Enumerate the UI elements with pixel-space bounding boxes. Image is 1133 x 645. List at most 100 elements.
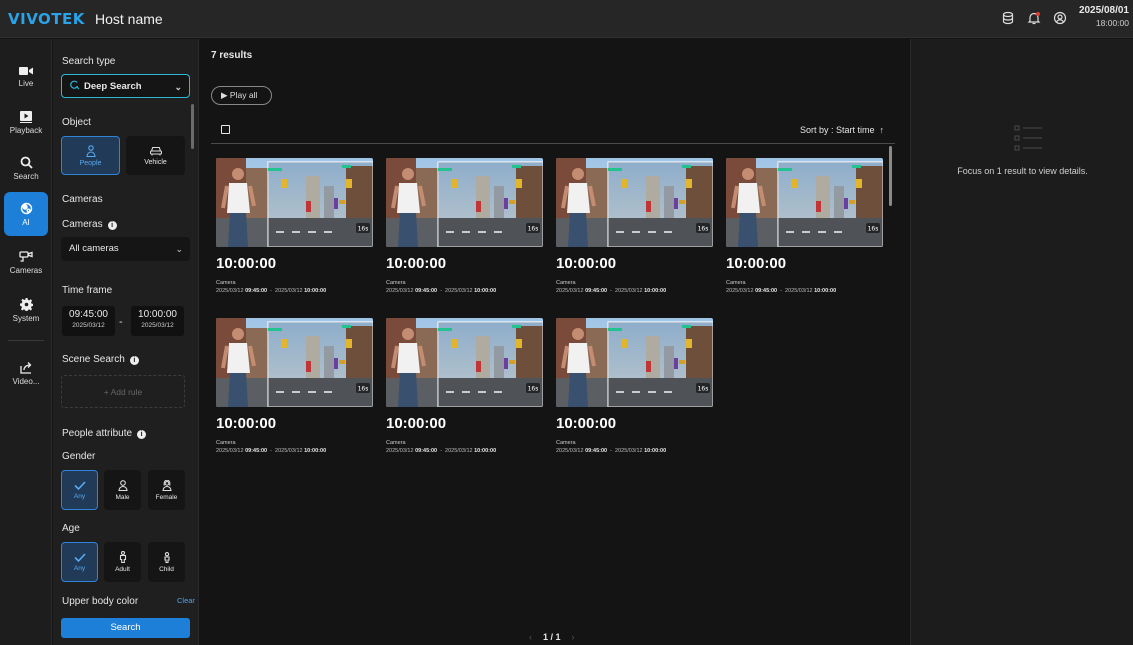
result-camera: Camera xyxy=(386,440,406,446)
gender-any-option[interactable]: Any xyxy=(61,470,98,510)
results-scrollbar[interactable] xyxy=(889,146,892,206)
result-time-range: 2025/03/12 09:45:00 - 2025/03/12 10:00:0… xyxy=(386,448,497,454)
search-type-select[interactable]: Deep Search ⌄ xyxy=(61,74,190,98)
time-from-field[interactable]: 09:45:00 2025/03/12 xyxy=(62,306,115,336)
result-time: 10:00:00 xyxy=(556,255,617,272)
result-time-range: 2025/03/12 09:45:00 - 2025/03/12 10:00:0… xyxy=(216,288,327,294)
user-account-icon[interactable] xyxy=(1053,11,1067,25)
age-child-label: Child xyxy=(159,565,174,573)
sort-control[interactable]: Sort by : Start time ↑ xyxy=(800,125,884,135)
select-all-checkbox[interactable] xyxy=(221,125,230,134)
result-duration: 16s xyxy=(358,386,369,393)
gender-female-label: Female xyxy=(155,493,178,501)
panel-scrollbar[interactable] xyxy=(191,104,194,149)
nav-label-system: System xyxy=(12,313,40,323)
search-button[interactable]: Search xyxy=(61,618,190,638)
result-duration: 16s xyxy=(868,226,879,233)
play-icon xyxy=(20,111,32,123)
gender-female-option[interactable]: Female xyxy=(148,470,185,510)
gender-male-label: Male xyxy=(115,493,130,501)
result-duration: 16s xyxy=(698,386,709,393)
cameras-heading: Cameras xyxy=(62,194,103,205)
checkmark-icon xyxy=(73,552,86,562)
age-any-label: Any xyxy=(73,564,86,572)
result-card[interactable]: 16s 10:00:00 Camera 2025/03/12 09:45:00 … xyxy=(556,318,713,454)
nav-label-ai: AI xyxy=(22,217,30,227)
age-adult-option[interactable]: Adult xyxy=(104,542,141,582)
add-rule-button[interactable]: + Add rule xyxy=(61,375,185,408)
play-all-button[interactable]: ▶ Play all xyxy=(211,86,272,105)
chevron-down-icon: ⌄ xyxy=(174,82,182,92)
object-people-button[interactable]: People xyxy=(61,136,120,175)
result-time: 10:00:00 xyxy=(726,255,787,272)
camera-icon xyxy=(19,67,33,75)
upper-body-color-label: Upper body color xyxy=(62,596,139,607)
result-duration: 16s xyxy=(528,226,539,233)
clear-link[interactable]: Clear xyxy=(177,596,195,605)
result-thumbnail[interactable]: 16s xyxy=(556,158,713,247)
result-time: 10:00:00 xyxy=(556,415,617,432)
result-card[interactable]: 16s 10:00:00 Camera 2025/03/12 09:45:00 … xyxy=(386,158,543,294)
time-from-date: 2025/03/12 xyxy=(72,322,105,329)
result-camera: Camera xyxy=(216,280,236,286)
info-icon[interactable]: i xyxy=(137,430,147,439)
info-icon[interactable]: i xyxy=(107,221,117,230)
list-placeholder-icon xyxy=(1014,125,1044,156)
result-thumbnail[interactable]: 16s xyxy=(386,318,543,407)
result-thumbnail[interactable]: 16s xyxy=(216,158,373,247)
nav-item-video-export[interactable]: Video... xyxy=(4,351,48,395)
person-icon xyxy=(85,144,96,157)
nav-item-cameras[interactable]: Cameras xyxy=(4,241,48,285)
result-time-range: 2025/03/12 09:45:00 - 2025/03/12 10:00:0… xyxy=(556,288,667,294)
result-thumbnail[interactable]: 16s xyxy=(386,158,543,247)
sort-label: Sort by : Start time xyxy=(799,125,875,135)
prev-page-icon[interactable]: ‹ xyxy=(529,632,532,642)
cameras-select-value: All cameras xyxy=(69,243,119,254)
result-time-range: 2025/03/12 09:45:00 - 2025/03/12 10:00:0… xyxy=(556,448,667,454)
result-thumbnail[interactable]: 16s xyxy=(726,158,883,247)
result-thumbnail[interactable]: 16s xyxy=(556,318,713,407)
export-icon xyxy=(19,361,31,374)
gear-icon xyxy=(19,297,33,311)
details-empty-message: Focus on 1 result to view details. xyxy=(957,166,1088,176)
time-to-date: 2025/03/12 xyxy=(141,322,174,329)
result-thumbnail[interactable]: 16s xyxy=(216,318,373,407)
gender-male-option[interactable]: Male xyxy=(104,470,141,510)
nav-item-search[interactable]: Search xyxy=(4,146,48,190)
main-nav: Live Playback Search AI Cameras System V… xyxy=(0,39,52,645)
nav-divider xyxy=(8,340,44,341)
notification-bell-icon[interactable] xyxy=(1027,11,1041,25)
result-time-range: 2025/03/12 09:45:00 - 2025/03/12 10:00:0… xyxy=(216,448,327,454)
result-camera: Camera xyxy=(726,280,746,286)
details-panel: Focus on 1 result to view details. xyxy=(910,39,1133,645)
result-card[interactable]: 16s 10:00:00 Camera 2025/03/12 09:45:00 … xyxy=(726,158,883,294)
storage-icon[interactable] xyxy=(1001,11,1015,25)
object-vehicle-button[interactable]: Vehicle xyxy=(126,136,185,175)
cameras-select[interactable]: All cameras ⌄ xyxy=(61,237,190,261)
age-any-option[interactable]: Any xyxy=(61,542,98,582)
result-camera: Camera xyxy=(556,280,576,286)
nav-item-live[interactable]: Live xyxy=(4,55,48,99)
info-icon[interactable]: i xyxy=(129,356,139,365)
result-card[interactable]: 16s 10:00:00 Camera 2025/03/12 09:45:00 … xyxy=(556,158,713,294)
age-child-option[interactable]: Child xyxy=(148,542,185,582)
scene-search-row: Scene Search i xyxy=(62,354,139,365)
time-separator: - xyxy=(119,316,123,328)
nav-item-system[interactable]: System xyxy=(4,288,48,332)
next-page-icon[interactable]: › xyxy=(572,632,575,642)
result-camera: Camera xyxy=(556,440,576,446)
result-card[interactable]: 16s 10:00:00 Camera 2025/03/12 09:45:00 … xyxy=(216,318,373,454)
result-card[interactable]: 16s 10:00:00 Camera 2025/03/12 09:45:00 … xyxy=(386,318,543,454)
nav-item-ai[interactable]: AI xyxy=(4,192,48,236)
result-time-range: 2025/03/12 09:45:00 - 2025/03/12 10:00:0… xyxy=(726,288,837,294)
cameras-label-row: Cameras i xyxy=(62,219,117,230)
sort-ascending-icon: ↑ xyxy=(879,125,885,135)
search-panel: Search type Deep Search ⌄ Object People … xyxy=(53,39,199,645)
child-icon xyxy=(163,551,170,563)
nav-item-playback[interactable]: Playback xyxy=(4,101,48,145)
results-count: 7 results xyxy=(211,50,253,61)
result-card[interactable]: 16s 10:00:00 Camera 2025/03/12 09:45:00 … xyxy=(216,158,373,294)
search-type-label: Search type xyxy=(62,56,116,67)
time-to-field[interactable]: 10:00:00 2025/03/12 xyxy=(131,306,184,336)
cameras-icon xyxy=(19,251,33,262)
